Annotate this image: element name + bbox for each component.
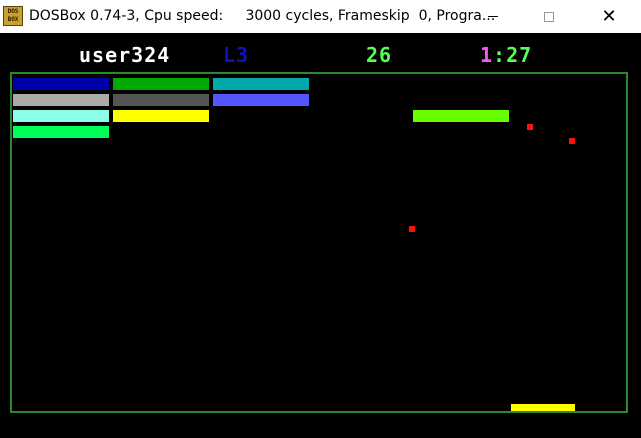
close-button[interactable]: ✕ [581, 0, 637, 33]
close-icon: ✕ [601, 5, 617, 27]
play-field [10, 72, 628, 413]
brick [213, 94, 309, 106]
timer-seconds: :27 [493, 43, 533, 67]
minimize-icon [488, 16, 498, 17]
brick [113, 110, 209, 122]
window-title: DOSBox 0.74-3, Cpu speed: 3000 cycles, F… [29, 8, 496, 24]
ball [569, 138, 575, 144]
timer-minutes: 1 [480, 43, 494, 67]
brick [13, 110, 109, 122]
level-indicator: L3 [223, 43, 250, 67]
score: 26 [366, 43, 393, 67]
brick [13, 126, 109, 138]
maximize-button[interactable] [521, 0, 577, 33]
brick [113, 94, 209, 106]
paddle[interactable] [511, 404, 575, 411]
brick [113, 78, 209, 90]
window-titlebar[interactable]: DOS BOX DOSBox 0.74-3, Cpu speed: 3000 c… [0, 0, 641, 33]
player-name: user324 [79, 43, 171, 67]
dosbox-app-icon[interactable]: DOS BOX [3, 6, 23, 26]
timer: 1:27 [480, 44, 532, 66]
minimize-button[interactable] [465, 0, 521, 33]
maximize-icon [544, 11, 554, 22]
ball [409, 226, 415, 232]
brick [213, 78, 309, 90]
brick [413, 110, 509, 122]
brick [13, 78, 109, 90]
icon-label-bottom: BOX [7, 16, 19, 23]
icon-label-top: DOS [7, 8, 19, 15]
ball [527, 124, 533, 130]
brick [13, 94, 109, 106]
